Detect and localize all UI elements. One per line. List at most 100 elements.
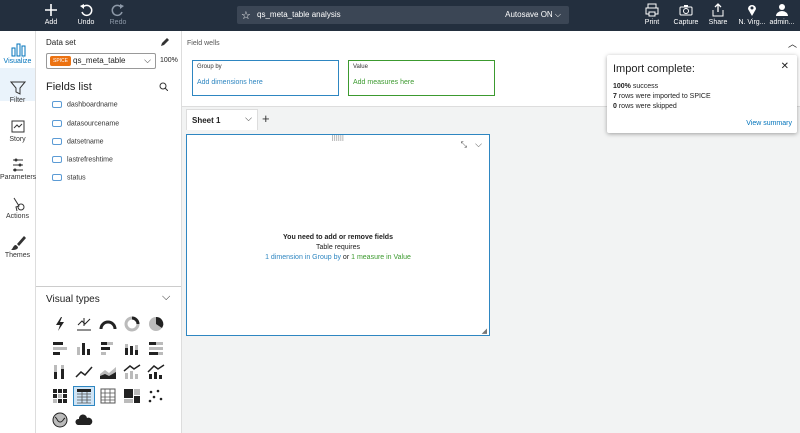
nav-story[interactable]: Story <box>0 119 35 143</box>
dimension-tag-icon <box>52 101 62 108</box>
scatter-plot-icon[interactable] <box>146 387 166 405</box>
pie-icon[interactable] <box>146 315 166 333</box>
print-label: Print <box>644 19 660 26</box>
edit-pencil-icon[interactable] <box>160 38 169 47</box>
success-pct: 100% <box>613 83 631 90</box>
stacked-column-icon[interactable] <box>122 339 142 357</box>
requirement-dimension: 1 dimension in Group by <box>265 254 341 261</box>
drag-handle-icon[interactable]: ⠿⠿⠿ <box>331 135 344 143</box>
field-label: datsetname <box>67 138 104 146</box>
field-item[interactable]: datasourcename <box>52 120 119 127</box>
pivot-table-icon[interactable] <box>98 387 118 405</box>
value-well[interactable]: Value Add measures here <box>348 60 495 96</box>
skipped-text: rows were skipped <box>616 103 677 110</box>
nav-actions-label: Actions <box>6 213 29 220</box>
heat-map-icon[interactable] <box>50 387 70 405</box>
notification-title: Import complete: <box>613 63 695 75</box>
close-icon[interactable]: ✕ <box>781 61 789 72</box>
nav-filter-label: Filter <box>9 97 26 104</box>
geo-map-icon[interactable] <box>50 411 70 429</box>
nav-visualize[interactable]: Visualize <box>0 41 35 65</box>
nav-actions[interactable]: Actions <box>0 196 35 220</box>
nav-parameters[interactable]: Parameters <box>0 157 37 181</box>
printer-icon <box>645 3 659 17</box>
skipped-line: 0 rows were skipped <box>613 103 677 110</box>
spice-badge: SPICE <box>50 56 72 66</box>
paintbrush-icon <box>10 236 26 250</box>
view-summary-link[interactable]: View summary <box>746 120 792 127</box>
kpi-icon[interactable] <box>74 315 94 333</box>
nav-parameters-label: Parameters <box>0 174 37 181</box>
collapse-chevron-icon[interactable]: ⌵ <box>162 291 170 304</box>
fields-panel: Data set SPICE qs_meta_table ⌵ 100% Fiel… <box>36 31 182 433</box>
word-cloud-icon[interactable] <box>74 411 94 429</box>
undo-label: Undo <box>77 19 95 26</box>
dataset-select[interactable]: SPICE qs_meta_table ⌵ <box>46 53 156 69</box>
group-by-title: Group by <box>197 64 222 70</box>
combo-chart-icon[interactable] <box>122 363 142 381</box>
line-chart-icon[interactable] <box>74 363 94 381</box>
analysis-title-bar[interactable]: ☆ qs_meta_table analysis Autosave ON ⌵ <box>237 6 569 24</box>
percent-bar-icon[interactable] <box>146 339 166 357</box>
chevron-down-icon[interactable]: ⌵ <box>245 113 252 124</box>
table-icon-selected[interactable] <box>73 386 95 406</box>
group-by-well[interactable]: Group by Add dimensions here <box>192 60 339 96</box>
area-chart-icon[interactable] <box>98 363 118 381</box>
percent-column-icon[interactable] <box>50 363 70 381</box>
field-item[interactable]: lastrefreshtime <box>52 156 113 163</box>
donut-icon[interactable] <box>122 315 142 333</box>
visual-menu-icon[interactable]: ⌵ <box>475 139 482 150</box>
sheet-tab[interactable]: Sheet 1 ⌵ <box>186 109 258 130</box>
imported-text: rows were imported to SPICE <box>616 93 711 100</box>
combo-line-icon[interactable] <box>146 363 166 381</box>
autograph-icon[interactable] <box>50 315 70 333</box>
analysis-name[interactable]: qs_meta_table analysis <box>257 10 341 19</box>
field-item[interactable]: dashboardname <box>52 101 118 108</box>
nav-filter[interactable]: Filter <box>0 80 35 104</box>
tree-map-icon[interactable] <box>122 387 142 405</box>
group-by-placeholder: Add dimensions here <box>197 79 263 86</box>
expand-visual-icon[interactable]: ⤡ <box>461 140 467 150</box>
chevron-down-icon: ⌵ <box>144 55 151 65</box>
filter-icon <box>9 81 26 95</box>
top-toolbar: Add Undo Redo ☆ qs_meta_table analysis A… <box>0 0 800 31</box>
field-label: status <box>67 174 86 182</box>
horizontal-bar-icon[interactable] <box>50 339 70 357</box>
dataset-percent: 100% <box>160 57 178 64</box>
add-label: Add <box>44 19 58 26</box>
stacked-bar-icon[interactable] <box>98 339 118 357</box>
parameters-icon <box>12 158 23 172</box>
bar-chart-icon <box>11 43 25 57</box>
import-complete-notification: Import complete: ✕ 100% success 7 rows w… <box>607 55 797 133</box>
redo-icon <box>111 4 124 17</box>
nav-themes[interactable]: Themes <box>0 235 35 259</box>
value-title: Value <box>353 64 368 70</box>
visual-types-title: Visual types <box>46 294 100 305</box>
redo-button[interactable]: Redo <box>98 3 138 26</box>
gauge-icon[interactable] <box>98 315 118 333</box>
field-item[interactable]: datsetname <box>52 138 104 145</box>
search-icon[interactable] <box>159 82 168 91</box>
autosave-label: Autosave ON <box>505 10 553 19</box>
star-icon[interactable]: ☆ <box>241 9 251 22</box>
dataset-label: Data set <box>46 38 76 47</box>
sheet-tab-label: Sheet 1 <box>192 116 221 125</box>
user-menu[interactable]: admin... <box>762 3 800 26</box>
collapse-wells-icon[interactable]: ︿ <box>788 37 797 50</box>
autosave-dropdown[interactable]: Autosave ON ⌵ <box>505 10 561 20</box>
resize-handle-icon[interactable]: ◢ <box>482 327 487 335</box>
dataset-name: qs_meta_table <box>73 56 126 65</box>
add-button[interactable]: Add <box>31 3 71 26</box>
vertical-bar-icon[interactable] <box>74 339 94 357</box>
nav-themes-label: Themes <box>4 252 31 259</box>
plus-icon <box>45 4 57 16</box>
share-label: Share <box>708 19 728 26</box>
requirements-message: You need to add or remove fields Table r… <box>187 233 489 263</box>
story-icon <box>11 120 24 133</box>
field-item[interactable]: status <box>52 174 86 181</box>
field-label: lastrefreshtime <box>67 156 113 164</box>
success-text: success <box>630 83 659 90</box>
add-sheet-icon[interactable]: + <box>262 111 270 126</box>
visual-canvas[interactable]: ⠿⠿⠿ ⤡ ⌵ You need to add or remove fields… <box>186 134 490 336</box>
nav-story-label: Story <box>9 136 26 143</box>
